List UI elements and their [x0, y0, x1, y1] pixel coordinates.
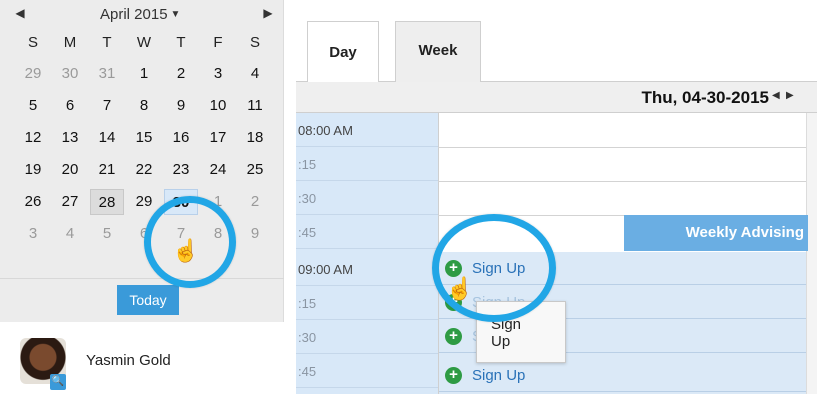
calendar-day[interactable]: 19: [16, 157, 50, 183]
view-tabs: Day Week: [296, 0, 817, 83]
calendar-day[interactable]: 26: [16, 189, 50, 215]
tab-day[interactable]: Day: [307, 21, 379, 83]
calendar-day[interactable]: 5: [16, 93, 50, 119]
today-button[interactable]: Today: [117, 285, 179, 315]
hand-cursor-icon: ☝: [172, 238, 200, 263]
user-name: Yasmin Gold: [86, 352, 171, 369]
user-panel: 🔍 Yasmin Gold: [0, 322, 284, 394]
weekday-label: M: [63, 34, 77, 51]
day-date-label: Thu, 04-30-2015: [641, 88, 769, 107]
time-slot-label: :45: [296, 215, 438, 249]
calendar-day[interactable]: 6: [53, 93, 87, 119]
time-slot-label: :45: [296, 354, 438, 388]
calendar-day[interactable]: 25: [238, 157, 272, 183]
calendar-day[interactable]: 2: [238, 189, 272, 215]
calendar-day[interactable]: 23: [164, 157, 198, 183]
calendar-day[interactable]: 30: [53, 61, 87, 87]
calendar-day[interactable]: 3: [16, 221, 50, 247]
calendar-day[interactable]: 21: [90, 157, 124, 183]
calendar-day[interactable]: 11: [238, 93, 272, 119]
calendar-day[interactable]: 4: [238, 61, 272, 87]
time-slot-label: :15: [296, 147, 438, 181]
add-icon: +: [445, 367, 462, 384]
mini-calendar: ◀ April 2015 ▼ ▶ S M T W T F S 29 30 31 1…: [0, 0, 284, 322]
day-header: Thu, 04-30-2015 ◀ ▶: [296, 82, 817, 113]
calendar-header: ◀ April 2015 ▼ ▶: [0, 0, 284, 28]
calendar-day[interactable]: 15: [127, 125, 161, 151]
next-month-icon[interactable]: ▶: [258, 6, 278, 20]
calendar-day[interactable]: 7: [90, 93, 124, 119]
calendar-day[interactable]: 2: [164, 61, 198, 87]
calendar-day[interactable]: 20: [53, 157, 87, 183]
time-slot-label: :15: [296, 286, 438, 320]
tab-week[interactable]: Week: [395, 21, 481, 83]
weekly-advising-event[interactable]: Weekly Advising: [624, 215, 808, 251]
calendar-day[interactable]: 24: [201, 157, 235, 183]
calendar-day[interactable]: 31: [90, 61, 124, 87]
calendar-day[interactable]: 9: [238, 221, 272, 247]
month-title: April 2015: [100, 6, 168, 23]
weekday-label: W: [136, 34, 152, 51]
signup-link[interactable]: Sign Up: [472, 367, 525, 384]
time-slot-label: :30: [296, 181, 438, 215]
time-slot-label: 09:00 AM: [296, 252, 438, 286]
calendar-day[interactable]: 4: [53, 221, 87, 247]
tooltip-line: Up: [491, 333, 511, 350]
month-selector[interactable]: April 2015 ▼: [100, 6, 210, 23]
calendar-day[interactable]: 17: [201, 125, 235, 151]
calendar-day[interactable]: 12: [16, 125, 50, 151]
calendar-day[interactable]: 16: [164, 125, 198, 151]
hand-cursor-icon: ☝: [446, 276, 474, 301]
prev-month-icon[interactable]: ◀: [10, 6, 30, 20]
calendar-day[interactable]: 13: [53, 125, 87, 151]
add-icon: +: [445, 328, 462, 345]
highlight-ring: [432, 214, 556, 322]
calendar-day[interactable]: 10: [201, 93, 235, 119]
calendar-day[interactable]: 3: [201, 61, 235, 87]
weekday-label: S: [249, 34, 260, 51]
slot-divider: [438, 181, 809, 182]
time-column: 08:00 AM :15 :30 :45 09:00 AM :15 :30 :4…: [296, 113, 438, 394]
signup-slot[interactable]: + Sign Up: [439, 359, 806, 392]
calendar-day[interactable]: 1: [127, 61, 161, 87]
search-icon[interactable]: 🔍: [50, 374, 66, 390]
time-slot-label: 08:00 AM: [296, 113, 438, 147]
calendar-day-today[interactable]: 28: [90, 189, 124, 215]
calendar-day[interactable]: 29: [16, 61, 50, 87]
calendar-day[interactable]: 9: [164, 93, 198, 119]
weekday-label: S: [27, 34, 38, 51]
time-slot-label: :30: [296, 320, 438, 354]
next-day-icon[interactable]: ▶: [786, 90, 794, 101]
calendar-day[interactable]: 8: [127, 93, 161, 119]
scrollbar[interactable]: [806, 113, 817, 394]
calendar-day[interactable]: 5: [90, 221, 124, 247]
calendar-day[interactable]: 22: [127, 157, 161, 183]
weekday-label: T: [102, 34, 112, 51]
slot-divider: [438, 147, 809, 148]
calendar-day[interactable]: 27: [53, 189, 87, 215]
calendar-day[interactable]: 18: [238, 125, 272, 151]
calendar-divider: [0, 278, 284, 279]
prev-day-icon[interactable]: ◀: [772, 90, 780, 101]
weekday-label: F: [213, 34, 223, 51]
calendar-day[interactable]: 14: [90, 125, 124, 151]
chevron-down-icon: ▼: [170, 9, 181, 20]
weekday-label: T: [176, 34, 186, 51]
